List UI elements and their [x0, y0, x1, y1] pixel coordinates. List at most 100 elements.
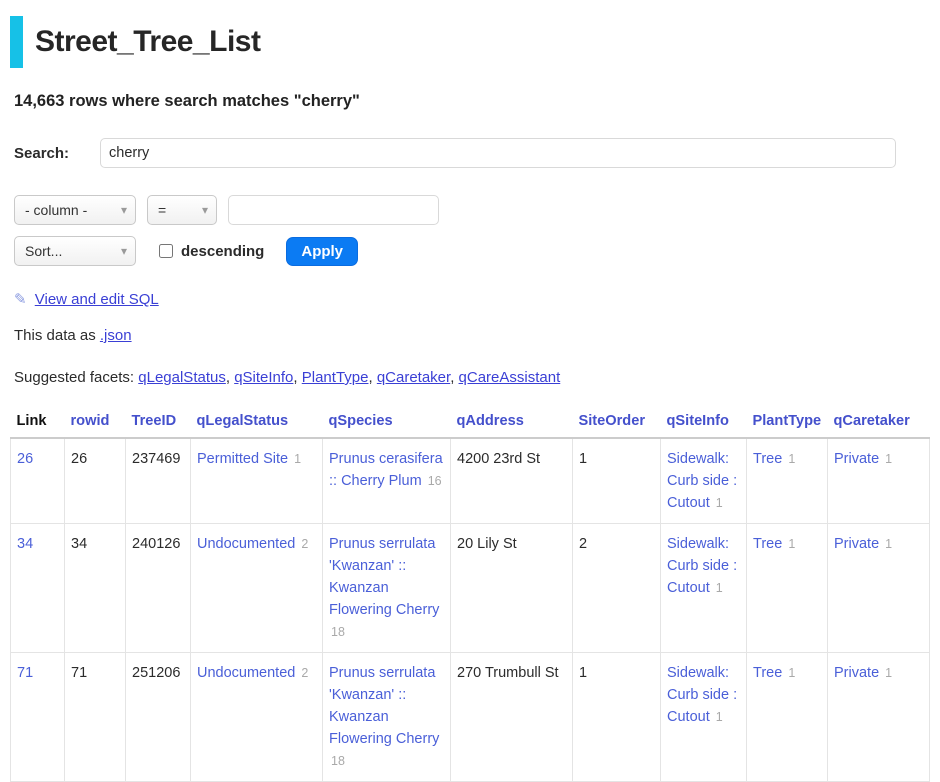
- results-table: Link rowid TreeID qLegalStatus qSpecies …: [10, 407, 930, 782]
- export-row: This data as .json: [14, 327, 932, 344]
- col-header-planttype[interactable]: PlantType: [747, 407, 828, 438]
- facet-count: 1: [716, 581, 723, 595]
- qlegalstatus-link[interactable]: Permitted Site: [197, 451, 288, 467]
- col-header-treeid[interactable]: TreeID: [126, 407, 191, 438]
- facet-count: 1: [716, 496, 723, 510]
- operator-select[interactable]: = ▾: [147, 195, 217, 225]
- row-link[interactable]: 26: [17, 451, 33, 467]
- qsiteinfo-link[interactable]: Sidewalk: Curb side : Cutout: [667, 536, 737, 596]
- search-input[interactable]: [100, 138, 896, 168]
- sql-row: ✎ View and edit SQL: [14, 290, 932, 308]
- table-row: 34 34 240126 Undocumented 2 Prunus serru…: [11, 524, 930, 653]
- facet-count: 16: [428, 474, 442, 488]
- sort-select[interactable]: Sort... ▾: [14, 236, 136, 266]
- facet-count: 1: [788, 666, 795, 680]
- facet-count: 2: [301, 537, 308, 551]
- qcaretaker-link[interactable]: Private: [834, 451, 879, 467]
- row-link[interactable]: 71: [17, 665, 33, 681]
- export-prefix: This data as: [14, 327, 96, 344]
- facets-prefix: Suggested facets:: [14, 369, 134, 386]
- search-row: Search:: [14, 138, 932, 168]
- titlebar: Street_Tree_List: [10, 16, 932, 68]
- col-header-qsiteinfo[interactable]: qSiteInfo: [661, 407, 747, 438]
- view-edit-sql-link[interactable]: View and edit SQL: [35, 291, 159, 308]
- col-header-qsiteinfo-link[interactable]: qSiteInfo: [667, 413, 729, 429]
- col-header-qlegalstatus[interactable]: qLegalStatus: [191, 407, 323, 438]
- qcaretaker-link[interactable]: Private: [834, 665, 879, 681]
- row-count-summary: 14,663 rows where search matches "cherry…: [14, 92, 932, 111]
- cell-link: 26: [11, 438, 65, 524]
- col-header-treeid-link[interactable]: TreeID: [132, 413, 177, 429]
- facet-count: 1: [885, 452, 892, 466]
- col-header-rowid-link[interactable]: rowid: [71, 413, 110, 429]
- facet-link-qlegalstatus[interactable]: qLegalStatus: [138, 369, 226, 386]
- col-header-qlegalstatus-link[interactable]: qLegalStatus: [197, 413, 289, 429]
- cell-qspecies: Prunus serrulata 'Kwanzan' :: Kwanzan Fl…: [323, 653, 451, 782]
- qsiteinfo-link[interactable]: Sidewalk: Curb side : Cutout: [667, 665, 737, 725]
- accent-bar: [10, 16, 23, 68]
- qspecies-link[interactable]: Prunus cerasifera :: Cherry Plum: [329, 451, 443, 489]
- qcaretaker-link[interactable]: Private: [834, 536, 879, 552]
- cell-qsiteinfo: Sidewalk: Curb side : Cutout 1: [661, 524, 747, 653]
- cell-qsiteinfo: Sidewalk: Curb side : Cutout 1: [661, 653, 747, 782]
- cell-rowid: 26: [65, 438, 126, 524]
- col-header-rowid[interactable]: rowid: [65, 407, 126, 438]
- planttype-link[interactable]: Tree: [753, 536, 782, 552]
- qlegalstatus-link[interactable]: Undocumented: [197, 536, 295, 552]
- facet-link-qcaretaker[interactable]: qCaretaker: [377, 369, 450, 386]
- qlegalstatus-link[interactable]: Undocumented: [197, 665, 295, 681]
- col-header-qspecies[interactable]: qSpecies: [323, 407, 451, 438]
- table-header-row: Link rowid TreeID qLegalStatus qSpecies …: [11, 407, 930, 438]
- col-header-qcaretaker-link[interactable]: qCaretaker: [834, 413, 910, 429]
- facet-count: 1: [716, 710, 723, 724]
- cell-rowid: 71: [65, 653, 126, 782]
- row-link[interactable]: 34: [17, 536, 33, 552]
- filter-row: - column - ▾ = ▾: [14, 195, 932, 225]
- column-select-value: - column -: [25, 202, 87, 218]
- cell-link: 71: [11, 653, 65, 782]
- facet-count: 2: [301, 666, 308, 680]
- cell-planttype: Tree 1: [747, 524, 828, 653]
- descending-checkbox[interactable]: [159, 244, 173, 258]
- cell-qlegalstatus: Permitted Site 1: [191, 438, 323, 524]
- col-header-qaddress[interactable]: qAddress: [451, 407, 573, 438]
- cell-rowid: 34: [65, 524, 126, 653]
- cell-qaddress: 4200 23rd St: [451, 438, 573, 524]
- qspecies-link[interactable]: Prunus serrulata 'Kwanzan' :: Kwanzan Fl…: [329, 536, 439, 618]
- cell-qspecies: Prunus cerasifera :: Cherry Plum 16: [323, 438, 451, 524]
- col-header-siteorder[interactable]: SiteOrder: [573, 407, 661, 438]
- apply-button[interactable]: Apply: [286, 237, 358, 266]
- facet-count: 1: [788, 537, 795, 551]
- page: Street_Tree_List 14,663 rows where searc…: [0, 0, 940, 782]
- col-header-qaddress-link[interactable]: qAddress: [457, 413, 524, 429]
- cell-qspecies: Prunus serrulata 'Kwanzan' :: Kwanzan Fl…: [323, 524, 451, 653]
- col-header-siteorder-link[interactable]: SiteOrder: [579, 413, 646, 429]
- filter-value-input[interactable]: [228, 195, 439, 225]
- facet-link-qcareassistant[interactable]: qCareAssistant: [459, 369, 561, 386]
- planttype-link[interactable]: Tree: [753, 665, 782, 681]
- facet-link-planttype[interactable]: PlantType: [302, 369, 369, 386]
- cell-treeid: 240126: [126, 524, 191, 653]
- cell-qcaretaker: Private 1: [828, 653, 930, 782]
- col-header-qspecies-link[interactable]: qSpecies: [329, 413, 393, 429]
- table-row: 26 26 237469 Permitted Site 1 Prunus cer…: [11, 438, 930, 524]
- cell-qaddress: 270 Trumbull St: [451, 653, 573, 782]
- col-header-planttype-link[interactable]: PlantType: [753, 413, 822, 429]
- chevron-down-icon: ▾: [202, 203, 208, 217]
- json-export-link[interactable]: .json: [100, 327, 132, 344]
- planttype-link[interactable]: Tree: [753, 451, 782, 467]
- chevron-down-icon: ▾: [121, 244, 127, 258]
- cell-siteorder: 2: [573, 524, 661, 653]
- column-select[interactable]: - column - ▾: [14, 195, 136, 225]
- cell-treeid: 237469: [126, 438, 191, 524]
- qsiteinfo-link[interactable]: Sidewalk: Curb side : Cutout: [667, 451, 737, 511]
- facet-link-qsiteinfo[interactable]: qSiteInfo: [234, 369, 293, 386]
- table-row: 71 71 251206 Undocumented 2 Prunus serru…: [11, 653, 930, 782]
- sort-select-value: Sort...: [25, 243, 62, 259]
- col-header-qcaretaker[interactable]: qCaretaker: [828, 407, 930, 438]
- cell-siteorder: 1: [573, 653, 661, 782]
- pencil-icon: ✎: [14, 291, 27, 308]
- qspecies-link[interactable]: Prunus serrulata 'Kwanzan' :: Kwanzan Fl…: [329, 665, 439, 747]
- chevron-down-icon: ▾: [121, 203, 127, 217]
- operator-select-value: =: [158, 202, 166, 218]
